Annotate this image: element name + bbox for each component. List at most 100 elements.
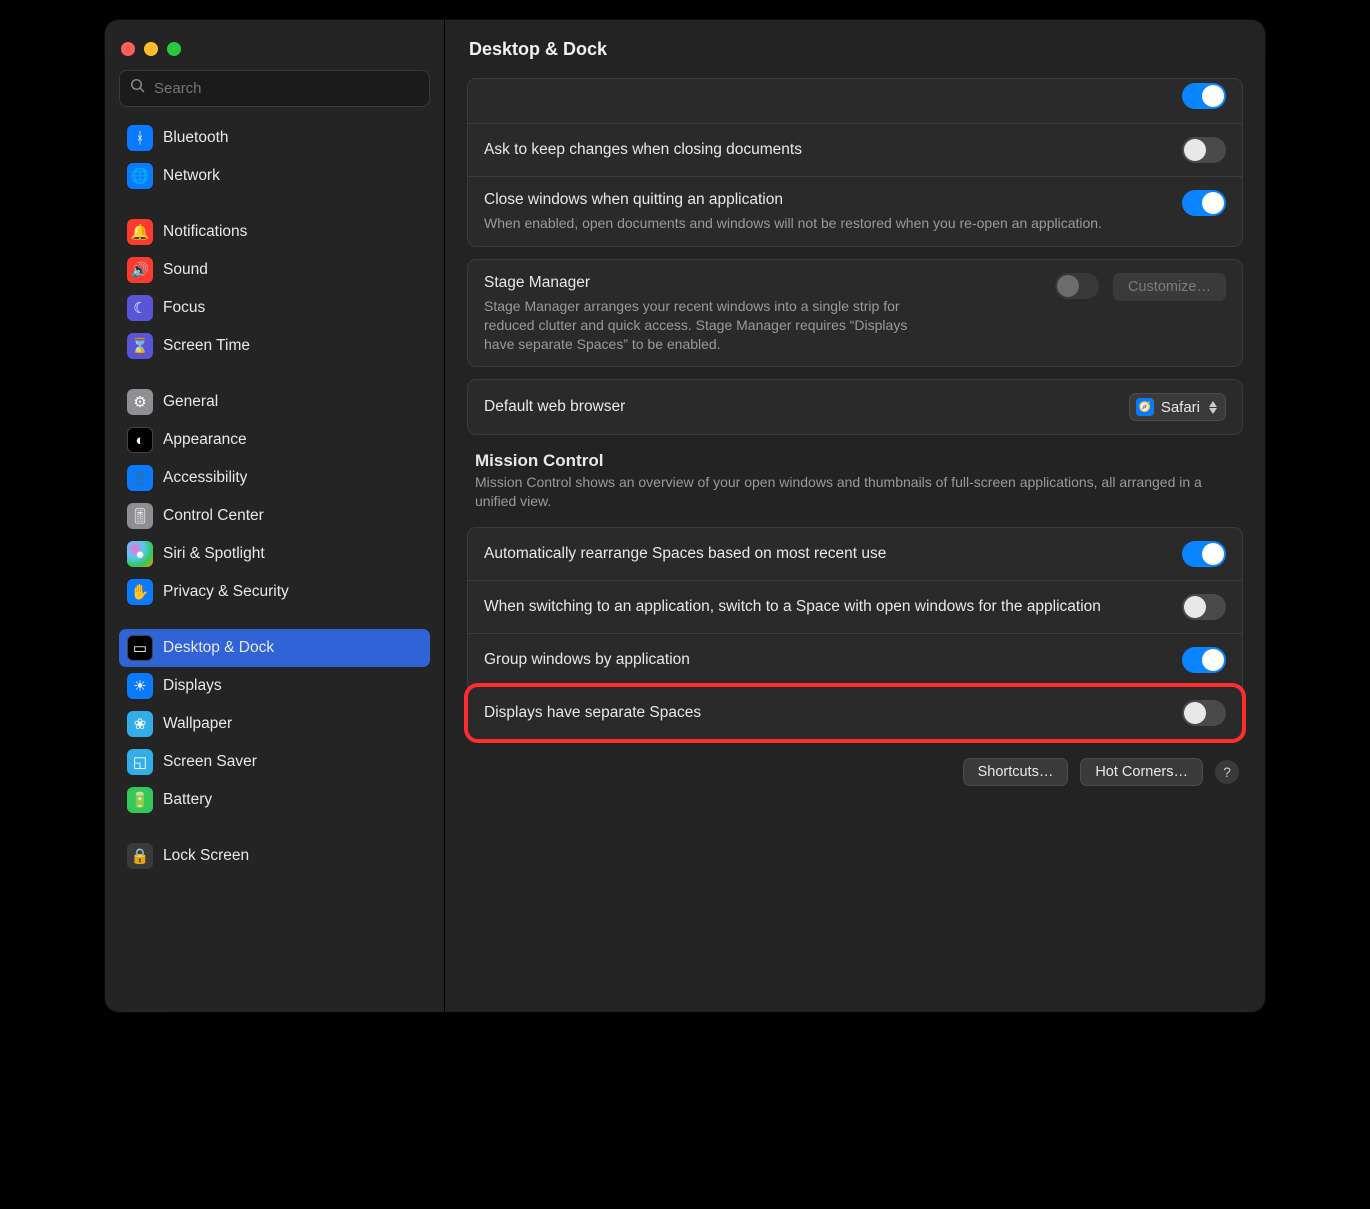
sidebar-item-label: Focus bbox=[163, 299, 205, 317]
mission-control-section: Automatically rearrange Spaces based on … bbox=[467, 527, 1243, 740]
row-stage-manager: Stage Manager Stage Manager arranges you… bbox=[468, 260, 1242, 367]
sidebar-item-screen-time[interactable]: ⌛ Screen Time bbox=[119, 327, 430, 365]
help-button[interactable]: ? bbox=[1215, 760, 1239, 784]
sidebar-item-label: Notifications bbox=[163, 223, 247, 241]
sidebar-item-appearance[interactable]: ◐Appearance bbox=[119, 421, 430, 459]
auto-rearrange-label: Automatically rearrange Spaces based on … bbox=[484, 544, 1168, 565]
sidebar-item-label: General bbox=[163, 393, 218, 411]
row-auto-rearrange: Automatically rearrange Spaces based on … bbox=[468, 528, 1242, 581]
toggle-unknown-top[interactable] bbox=[1182, 83, 1226, 109]
hot-corners-button[interactable]: Hot Corners… bbox=[1080, 758, 1203, 786]
content-scroll[interactable]: Ask to keep changes when closing documen… bbox=[445, 78, 1265, 1012]
speaker-icon: 🔊 bbox=[127, 257, 153, 283]
highlight-separate-spaces: Displays have separate Spaces bbox=[464, 683, 1246, 743]
sidebar-item-screen-saver[interactable]: ◱ Screen Saver bbox=[119, 743, 430, 781]
bluetooth-icon: ᚼ bbox=[127, 125, 153, 151]
sidebar-item-sound[interactable]: 🔊 Sound bbox=[119, 251, 430, 289]
sidebar-item-privacy-security[interactable]: ✋Privacy & Security bbox=[119, 573, 430, 611]
sidebar-item-wallpaper[interactable]: ❀Wallpaper bbox=[119, 705, 430, 743]
moon-icon: ☾ bbox=[127, 295, 153, 321]
hand-icon: ✋ bbox=[127, 579, 153, 605]
search-input[interactable] bbox=[154, 80, 419, 97]
gear-icon: ⚙ bbox=[127, 389, 153, 415]
group-windows-label: Group windows by application bbox=[484, 650, 1168, 671]
toggle-ask-keep-changes[interactable] bbox=[1182, 137, 1226, 163]
zoom-window-button[interactable] bbox=[167, 42, 181, 56]
sidebar-item-control-center[interactable]: 🎚 Control Center bbox=[119, 497, 430, 535]
settings-window: ᚼ Bluetooth 🌐 Network 🔔 Notifications 🔊 Sound ☾ F… bbox=[105, 20, 1265, 1012]
customize-stage-manager-button[interactable]: Customize… bbox=[1113, 273, 1226, 301]
toggle-switch-to-space[interactable] bbox=[1182, 594, 1226, 620]
minimize-window-button[interactable] bbox=[144, 42, 158, 56]
window-controls bbox=[115, 38, 434, 70]
main-panel: Desktop & Dock Ask to keep changes when … bbox=[445, 20, 1265, 1012]
person-icon: 👤 bbox=[127, 465, 153, 491]
toggle-stage-manager[interactable] bbox=[1055, 273, 1099, 299]
search-icon bbox=[130, 78, 146, 99]
globe-icon: 🌐 bbox=[127, 163, 153, 189]
sidebar-item-notifications[interactable]: 🔔 Notifications bbox=[119, 213, 430, 251]
sidebar-item-battery[interactable]: 🔋 Battery bbox=[119, 781, 430, 819]
row-close-windows: Close windows when quitting an applicati… bbox=[468, 177, 1242, 246]
toggle-close-windows[interactable] bbox=[1182, 190, 1226, 216]
sidebar-item-label: Siri & Spotlight bbox=[163, 545, 265, 563]
sidebar-item-lock-screen[interactable]: 🔒Lock Screen bbox=[119, 837, 430, 875]
chevron-updown-icon bbox=[1209, 401, 1217, 414]
mission-control-header: Mission Control Mission Control shows an… bbox=[467, 435, 1243, 515]
default-browser-label: Default web browser bbox=[484, 397, 1115, 418]
sidebar-list[interactable]: ᚼ Bluetooth 🌐 Network 🔔 Notifications 🔊 Sound ☾ F… bbox=[115, 119, 434, 1002]
sidebar-item-label: Screen Saver bbox=[163, 753, 257, 771]
sidebar-item-label: Control Center bbox=[163, 507, 264, 525]
switch-to-space-label: When switching to an application, switch… bbox=[484, 597, 1168, 618]
flower-icon: ❀ bbox=[127, 711, 153, 737]
safari-icon: 🧭 bbox=[1136, 398, 1154, 416]
sidebar-item-focus[interactable]: ☾ Focus bbox=[119, 289, 430, 327]
stage-manager-desc: Stage Manager arranges your recent windo… bbox=[484, 297, 914, 354]
row-group-windows: Group windows by application bbox=[468, 634, 1242, 687]
sidebar-item-label: Sound bbox=[163, 261, 208, 279]
sidebar-item-bluetooth[interactable]: ᚼ Bluetooth bbox=[119, 119, 430, 157]
toggle-group-windows[interactable] bbox=[1182, 647, 1226, 673]
default-browser-value: Safari bbox=[1161, 399, 1200, 416]
row-separate-spaces: Displays have separate Spaces bbox=[468, 687, 1242, 739]
stage-manager-section: Stage Manager Stage Manager arranges you… bbox=[467, 259, 1243, 368]
toggle-auto-rearrange[interactable] bbox=[1182, 541, 1226, 567]
hourglass-icon: ⌛ bbox=[127, 333, 153, 359]
siri-icon: ● bbox=[127, 541, 153, 567]
lock-icon: 🔒 bbox=[127, 843, 153, 869]
brightness-icon: ☀ bbox=[127, 673, 153, 699]
sidebar-item-desktop-dock[interactable]: ▭Desktop & Dock bbox=[119, 629, 430, 667]
sidebar-item-label: Bluetooth bbox=[163, 129, 229, 147]
sidebar-item-label: Accessibility bbox=[163, 469, 247, 487]
default-browser-section: Default web browser 🧭 Safari bbox=[467, 379, 1243, 435]
sidebar-item-general[interactable]: ⚙ General bbox=[119, 383, 430, 421]
row-switch-to-space: When switching to an application, switch… bbox=[468, 581, 1242, 634]
stage-manager-label: Stage Manager bbox=[484, 273, 1041, 294]
close-window-button[interactable] bbox=[121, 42, 135, 56]
bell-icon: 🔔 bbox=[127, 219, 153, 245]
dock-icon: ▭ bbox=[127, 635, 153, 661]
row-default-browser: Default web browser 🧭 Safari bbox=[468, 380, 1242, 434]
search-field[interactable] bbox=[119, 70, 430, 107]
sidebar-item-displays[interactable]: ☀ Displays bbox=[119, 667, 430, 705]
row-cutoff bbox=[468, 79, 1242, 124]
documents-section: Ask to keep changes when closing documen… bbox=[467, 78, 1243, 247]
sidebar-item-label: Displays bbox=[163, 677, 222, 695]
toggle-separate-spaces[interactable] bbox=[1182, 700, 1226, 726]
row-ask-keep-changes: Ask to keep changes when closing documen… bbox=[468, 124, 1242, 177]
sidebar-item-label: Screen Time bbox=[163, 337, 250, 355]
separate-spaces-label: Displays have separate Spaces bbox=[484, 703, 1168, 724]
sidebar-item-network[interactable]: 🌐 Network bbox=[119, 157, 430, 195]
sidebar-item-accessibility[interactable]: 👤 Accessibility bbox=[119, 459, 430, 497]
default-browser-dropdown[interactable]: 🧭 Safari bbox=[1129, 393, 1226, 421]
shortcuts-button[interactable]: Shortcuts… bbox=[963, 758, 1069, 786]
sidebar-item-siri-spotlight[interactable]: ● Siri & Spotlight bbox=[119, 535, 430, 573]
sidebar-item-label: Appearance bbox=[163, 431, 247, 449]
battery-icon: 🔋 bbox=[127, 787, 153, 813]
switches-icon: 🎚 bbox=[127, 503, 153, 529]
footer-buttons: Shortcuts… Hot Corners… ? bbox=[467, 740, 1243, 790]
sidebar-item-label: Network bbox=[163, 167, 220, 185]
sidebar-item-label: Battery bbox=[163, 791, 212, 809]
screensaver-icon: ◱ bbox=[127, 749, 153, 775]
mission-control-desc: Mission Control shows an overview of you… bbox=[475, 473, 1235, 511]
